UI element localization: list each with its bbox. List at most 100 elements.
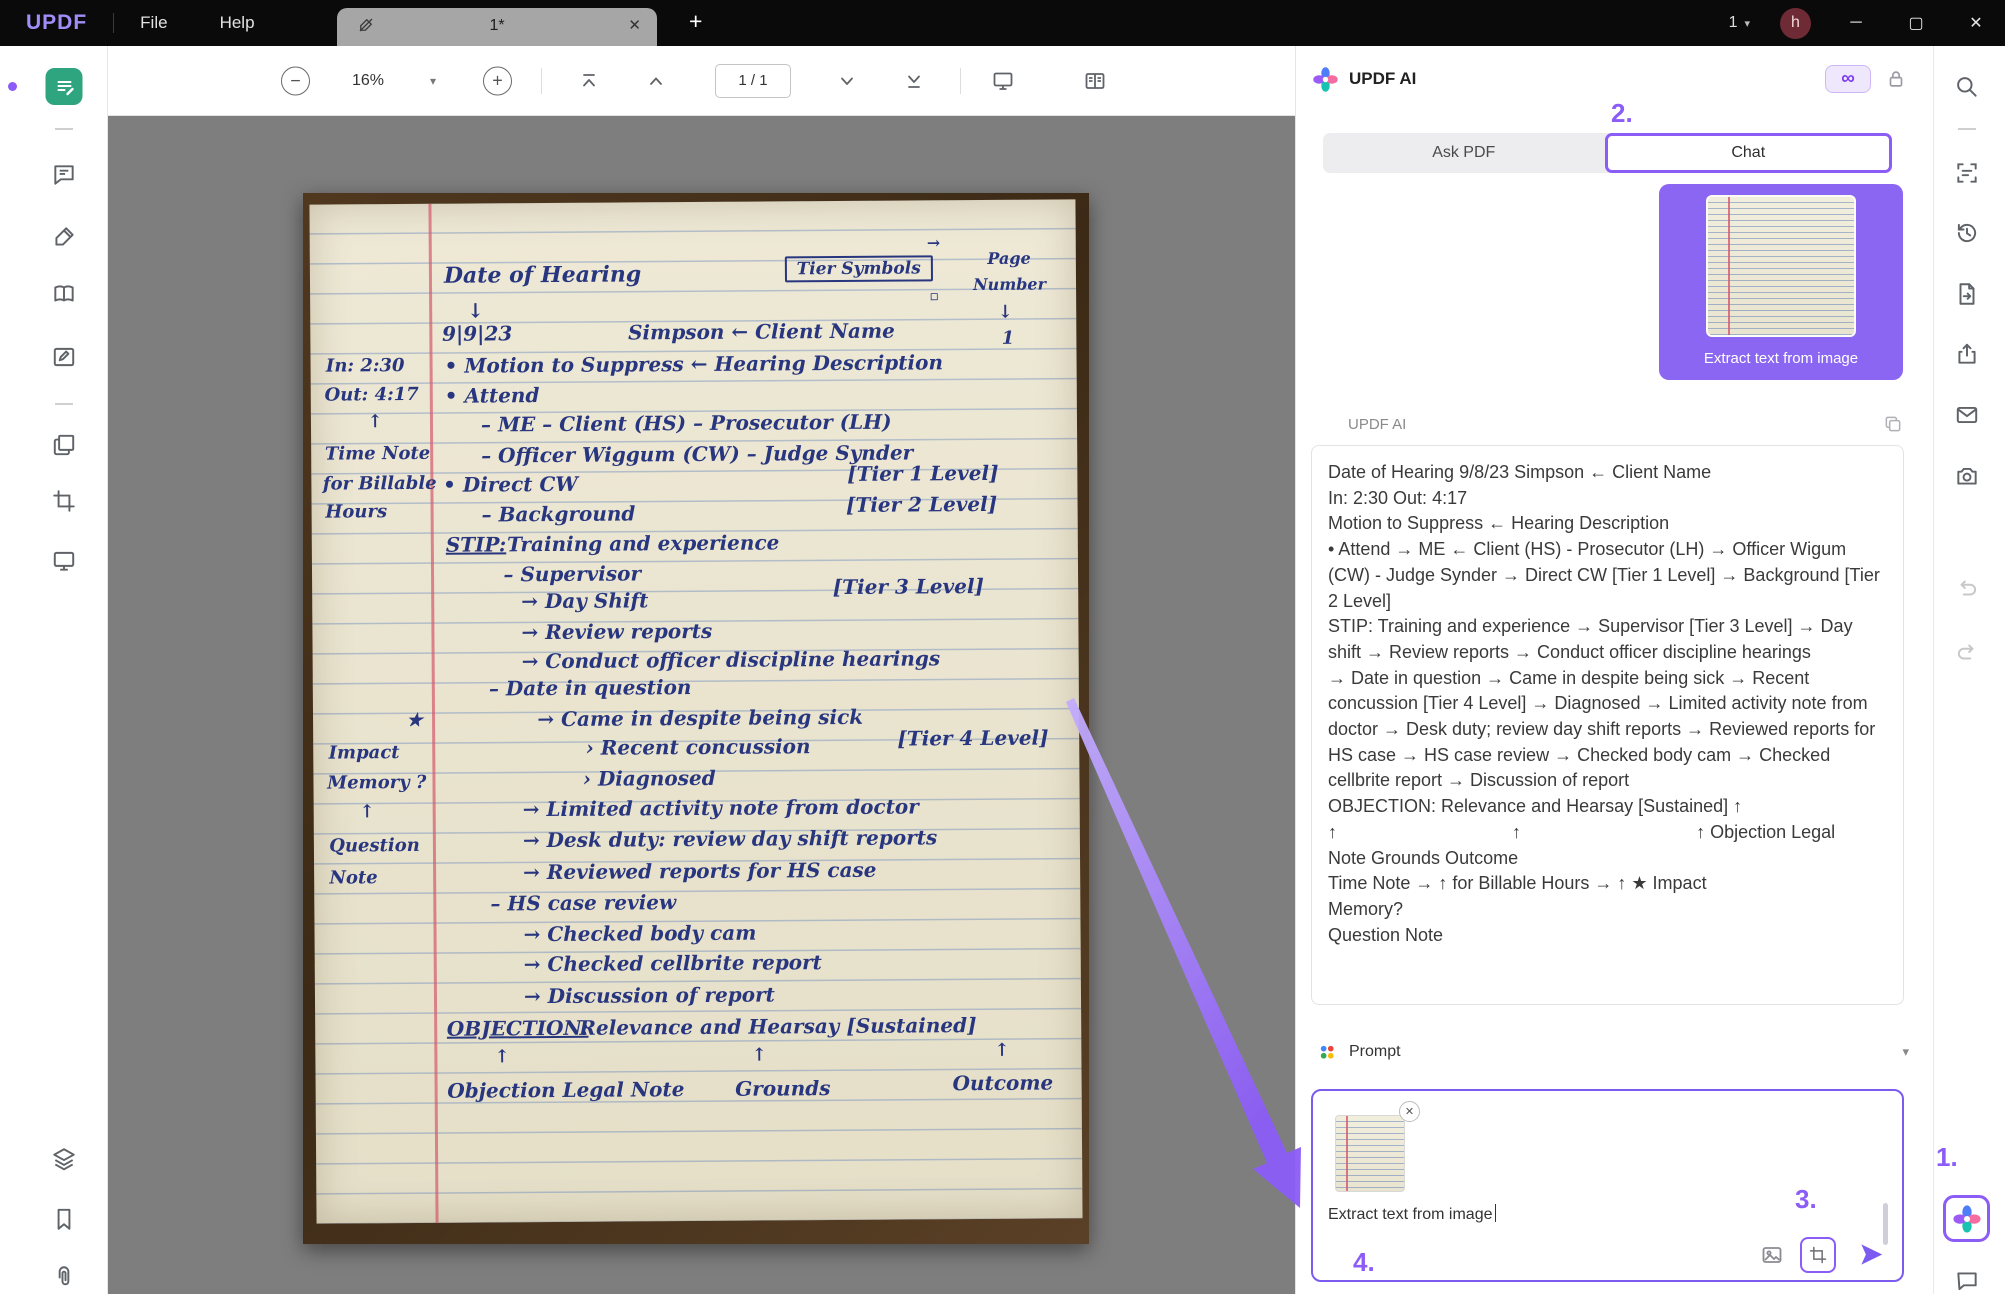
page-indicator[interactable]: 1 / 1 [715,63,791,98]
ai-response-card: Date of Hearing 9/8/23 Simpson ← Client … [1311,445,1904,1005]
response-line: Time Note → ↑ for Billable Hours → ↑ ★ I… [1328,873,1707,894]
maximize-button[interactable]: ▢ [1901,8,1931,38]
prompt-input-text[interactable]: Extract text from image [1328,1204,1496,1224]
zoom-in-button[interactable]: + [483,66,512,95]
note-line: Question [329,835,421,858]
page-layout-icon[interactable] [1083,69,1107,93]
note-line: 1 [1001,328,1015,350]
bookmark-icon[interactable] [51,1206,77,1232]
zoom-out-button[interactable]: − [281,66,310,95]
note-line: • Motion to Suppress ← Hearing Descripti… [444,350,944,379]
attached-image-thumbnail [1706,195,1856,337]
note-line: Hours [325,501,388,523]
divider [541,67,542,94]
note-line: → Day Shift [521,589,649,615]
note-line: [Tier 4 Level] [897,726,1049,752]
unlimited-usage-button[interactable]: ∞ [1825,65,1871,93]
layers-icon[interactable] [51,1146,77,1172]
note-line: Grounds [735,1076,831,1101]
email-icon[interactable] [1954,402,1980,428]
reader-mode-button[interactable] [45,68,83,105]
tutorial-step-4: 4. [1353,1247,1375,1277]
note-line: [Tier 2 Level] [846,491,998,517]
search-icon[interactable] [1954,74,1980,100]
prompt-input[interactable]: ✕ Extract text from image 4. 3. [1311,1089,1904,1282]
title-bar: UPDF File Help 1* ✕ + 1 ▾ h ─ ▢ ✕ [0,0,2005,46]
scrollbar-thumb[interactable] [1883,1203,1888,1245]
note-line: → Discussion of report [524,982,776,1009]
export-share-icon[interactable] [1954,341,1980,367]
history-icon[interactable] [1954,220,1980,246]
send-button[interactable] [1858,1241,1885,1268]
previous-page-icon[interactable] [644,69,668,93]
note-line: for Billable [323,473,437,496]
minimize-button[interactable]: ─ [1841,8,1871,38]
next-page-icon[interactable] [835,69,859,93]
last-page-icon[interactable] [902,69,926,93]
screenshot-capture-button[interactable] [1800,1237,1836,1273]
note-line: → Limited activity note from doctor [522,795,920,823]
lock-icon[interactable] [1885,68,1907,90]
redo-icon[interactable] [1954,639,1980,665]
attachment-icon[interactable] [51,1264,77,1290]
undo-icon[interactable] [1954,575,1980,601]
new-tab-button[interactable]: + [683,7,708,36]
note-line: – Date in question [489,675,692,701]
note-line: → Review reports [521,619,713,645]
note-line: Time Note [325,442,431,465]
note-line: Training and experience [507,531,780,558]
ocr-icon[interactable] [1954,160,1980,186]
updf-ai-sidebar-button[interactable] [1943,1195,1990,1242]
organize-pages-icon[interactable] [51,432,77,458]
crop-page-icon[interactable] [51,488,77,514]
menu-help[interactable]: Help [220,13,255,33]
tab-close-icon[interactable]: ✕ [628,16,641,34]
note-line: → [926,233,941,253]
form-tool-icon[interactable] [51,344,77,370]
document-tab[interactable]: 1* ✕ [337,8,657,46]
tab-chat[interactable]: Chat [1604,133,1892,173]
note-line: Note [329,867,378,889]
updf-ai-panel: UPDF AI ∞ 2. Ask PDF Chat Extract text f… [1295,46,1933,1294]
prompt-collapse-icon[interactable]: ▾ [1902,1044,1909,1060]
read-book-icon[interactable] [51,281,77,307]
chevron-down-icon: ▾ [1744,17,1750,30]
updf-ai-icon [1952,1204,1982,1234]
document-viewport[interactable]: Date of Hearing ↓ Tier Symbols → ▫ Page Number… [108,116,1295,1294]
menu-file[interactable]: File [140,13,167,33]
note-line: Out: 4:17 [324,384,420,407]
note-line: Objection Legal Note [447,1077,685,1103]
edit-text-icon[interactable] [51,224,77,250]
note-line: → Checked body cam [523,920,757,947]
note-line: → Desk duty: review day shift reports [523,825,938,853]
chat-history[interactable]: Extract text from image UPDF AI Date of … [1296,173,1933,1030]
document-area: − 16% ▾ + 1 / 1 Date of Hearing ↓ Tier Sym… [108,46,1295,1294]
handwritten-note-paper: Date of Hearing ↓ Tier Symbols → ▫ Page Number… [309,199,1083,1225]
presentation-icon[interactable] [991,69,1015,93]
note-line: → Conduct officer discipline hearings [521,646,941,674]
tab-count-dropdown[interactable]: 1 ▾ [1729,14,1750,32]
zoom-level[interactable]: 16% [352,72,384,90]
response-line: • Attend → ME ← Client (HS) - Prosecutor… [1328,539,1885,611]
feedback-icon[interactable] [1954,1268,1980,1294]
right-sidebar: 1. [1933,46,2005,1294]
save-as-icon[interactable] [1954,281,1980,307]
first-page-icon[interactable] [577,69,601,93]
note-line: ▫ [929,288,940,305]
prompt-section-header: Prompt ▾ [1317,1030,1909,1074]
tab-ask-pdf[interactable]: Ask PDF [1323,133,1605,173]
slideshow-icon[interactable] [51,548,77,574]
note-line: ★ [406,710,423,732]
insert-image-icon[interactable] [1760,1243,1784,1267]
copy-response-icon[interactable] [1883,414,1903,434]
note-line: Impact [328,742,400,765]
user-avatar[interactable]: h [1780,7,1811,39]
close-button[interactable]: ✕ [1961,8,1991,38]
note-line: Number [973,275,1047,295]
capture-icon[interactable] [1954,463,1980,489]
note-line: Outcome [952,1070,1054,1096]
zoom-dropdown-icon[interactable]: ▾ [430,74,436,88]
remove-attachment-button[interactable]: ✕ [1399,1101,1420,1122]
user-message-text: Extract text from image [1703,350,1859,367]
comment-tool-icon[interactable] [51,162,77,188]
